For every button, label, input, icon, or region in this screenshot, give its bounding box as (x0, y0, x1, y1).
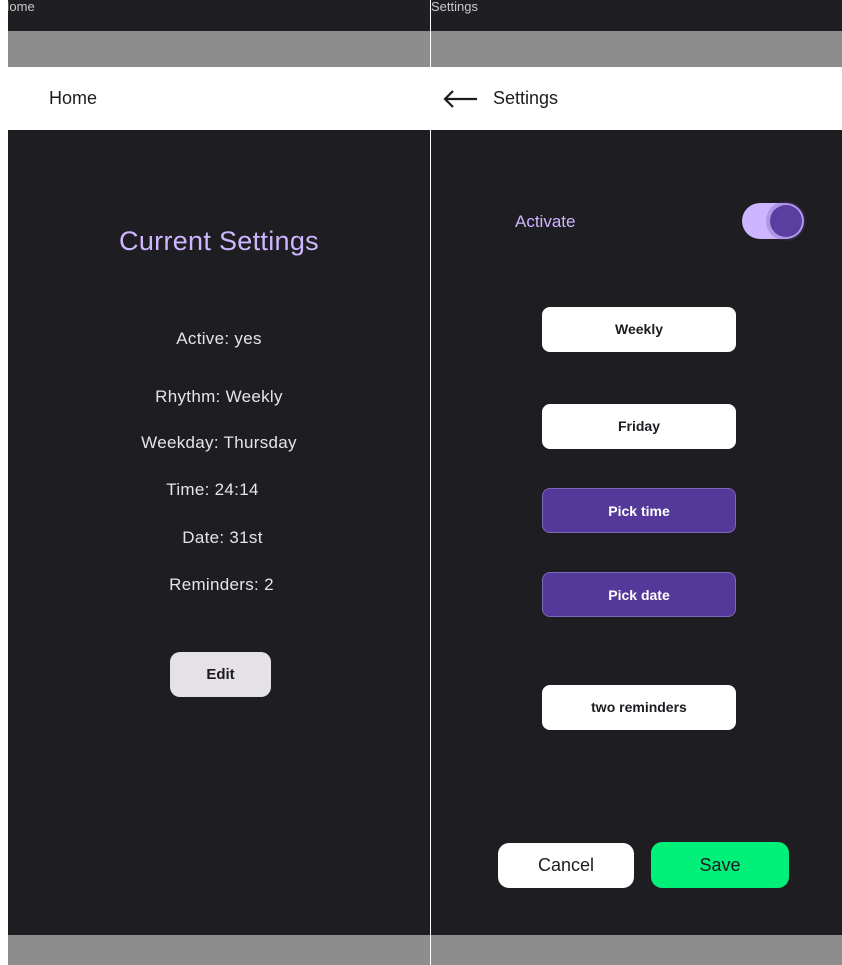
cancel-button[interactable]: Cancel (498, 843, 634, 888)
toggle-knob (770, 205, 802, 237)
reminders-select-button[interactable]: two reminders (542, 685, 736, 730)
rhythm-text: Rhythm: Weekly (155, 387, 283, 406)
rhythm-select-button[interactable]: Weekly (542, 307, 736, 352)
pick-date-button[interactable]: Pick date (542, 572, 736, 617)
edit-button[interactable]: Edit (170, 652, 271, 697)
active-status-text: Active: yes (176, 329, 262, 348)
home-app-bar-title: Home (49, 88, 98, 108)
home-app-bar: Home (8, 67, 430, 130)
activate-toggle[interactable] (742, 203, 804, 239)
weekday-text: Weekday: Thursday (141, 433, 297, 452)
home-frame-label: Home (8, 0, 430, 31)
home-content: Current Settings Active: yes Rhythm: Wee… (8, 130, 430, 935)
navigation-bar (431, 935, 842, 965)
settings-app-bar: Settings (431, 67, 842, 130)
pick-time-button[interactable]: Pick time (542, 488, 736, 533)
settings-content: Activate Weekly Friday Pick time Pick da… (431, 130, 842, 935)
activate-label: Activate (515, 212, 576, 231)
save-button[interactable]: Save (651, 842, 789, 888)
date-text: Date: 31st (182, 528, 263, 547)
reminders-text: Reminders: 2 (169, 575, 274, 594)
home-screen: Home Home Current Settings Active: yes R… (8, 0, 430, 965)
weekday-select-button[interactable]: Friday (542, 404, 736, 449)
status-bar (8, 31, 430, 67)
status-bar (431, 31, 842, 67)
time-text: Time: 24:14 (166, 480, 259, 499)
back-arrow-icon[interactable] (443, 89, 479, 109)
navigation-bar (8, 935, 430, 965)
settings-screen: Settings Settings Activate Weekly Friday… (431, 0, 842, 965)
settings-app-bar-title: Settings (493, 88, 559, 108)
current-settings-title: Current Settings (119, 226, 319, 256)
settings-frame-label: Settings (431, 0, 842, 31)
